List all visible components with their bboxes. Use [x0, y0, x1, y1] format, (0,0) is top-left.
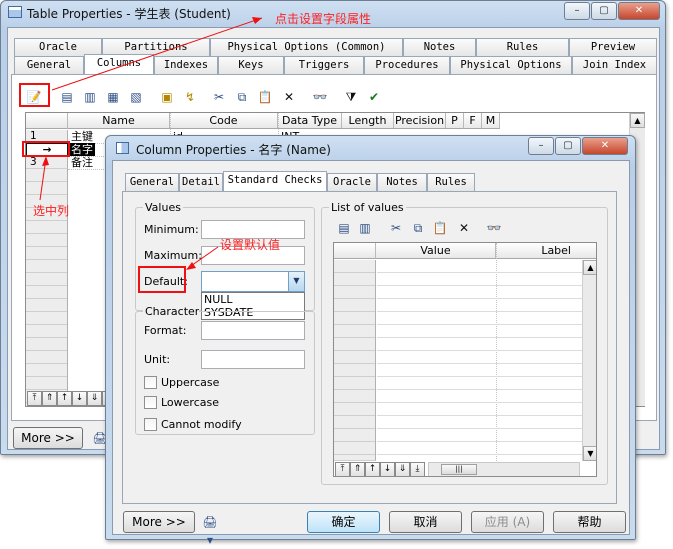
annotation-arrow-default — [186, 246, 219, 270]
